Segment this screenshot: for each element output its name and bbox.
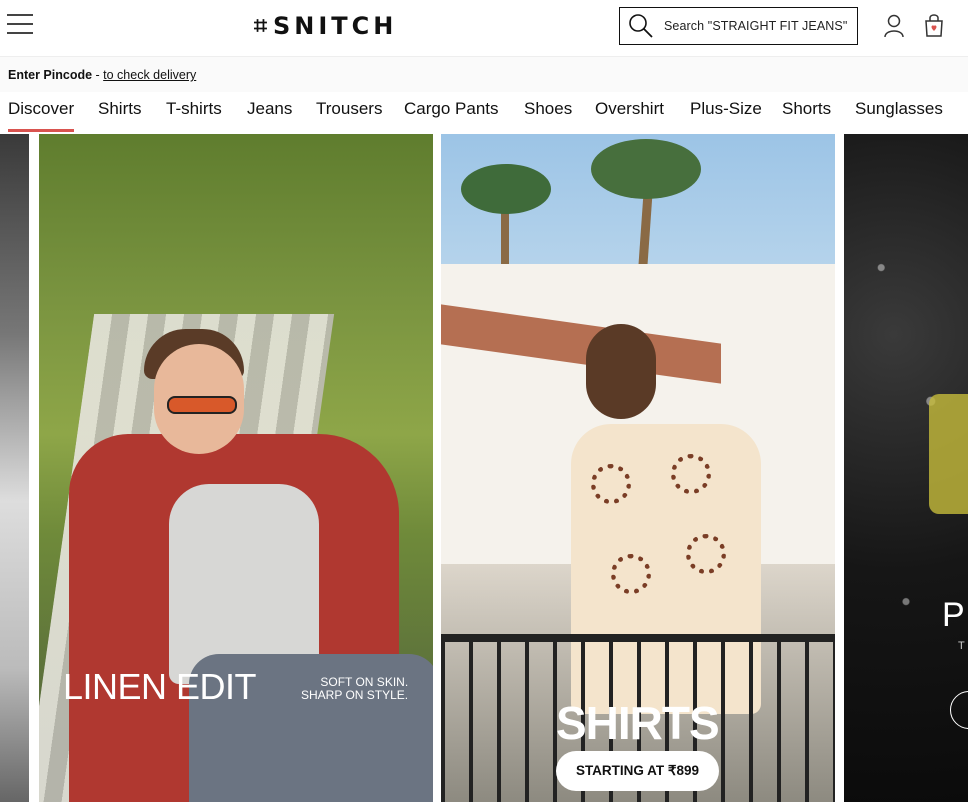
shirts-starting-at-button[interactable]: STARTING AT ₹899 — [556, 751, 719, 791]
logo-mark: ⌗ — [254, 13, 267, 39]
menu-icon[interactable] — [7, 14, 33, 38]
site-header: ⌗ SNITCH Search "STRAIGHT FIT JEANS" — [0, 0, 968, 56]
pincode-bar: Enter Pincode - to check delivery — [0, 56, 968, 92]
railing-image — [441, 634, 835, 642]
category-tab-plus-size[interactable]: Plus-Size — [690, 99, 762, 119]
palm-leaves-image — [591, 139, 701, 199]
linen-edit-subtitle: SOFT ON SKIN. SHARP ON STYLE. — [301, 676, 408, 702]
banner-card-linen-edit[interactable]: LINEN EDIT SOFT ON SKIN. SHARP ON STYLE. — [39, 134, 433, 802]
next-banner-subtitle: T — [958, 640, 965, 652]
linen-edit-title: LINEN EDIT — [63, 666, 257, 707]
banner-card-previous[interactable] — [0, 134, 29, 802]
category-tab-jeans[interactable]: Jeans — [247, 99, 292, 119]
shirt-motif-image — [611, 554, 651, 594]
pincode-separator: - — [92, 68, 104, 82]
banner-carousel: LINEN EDIT SOFT ON SKIN. SHARP ON STYLE.… — [0, 132, 968, 802]
sunglasses-image — [167, 396, 237, 414]
category-tab-cargo-pants[interactable]: Cargo Pants — [404, 99, 499, 119]
search-placeholder: Search "STRAIGHT FIT JEANS" — [664, 19, 848, 33]
shirt-motif-image — [671, 454, 711, 494]
category-tab-shorts[interactable]: Shorts — [782, 99, 831, 119]
next-banner-title: P — [942, 596, 965, 634]
shopping-bag-icon[interactable] — [923, 13, 945, 38]
category-tab-shoes[interactable]: Shoes — [524, 99, 572, 119]
category-tab-overshirt[interactable]: Overshirt — [595, 99, 664, 119]
user-icon[interactable] — [883, 14, 905, 38]
linen-subtitle-line2: SHARP ON STYLE. — [301, 688, 409, 702]
banner-card-shirts[interactable]: SHIRTS STARTING AT ₹899 — [441, 134, 835, 802]
check-delivery-link[interactable]: to check delivery — [103, 68, 196, 82]
category-tab-trousers[interactable]: Trousers — [316, 99, 382, 119]
category-nav: Discover Shirts T-shirts Jeans Trousers … — [0, 92, 968, 132]
perfume-bottle-image — [929, 394, 968, 514]
search-icon — [629, 14, 653, 38]
category-tab-tshirts[interactable]: T-shirts — [166, 99, 222, 119]
category-tab-shirts[interactable]: Shirts — [98, 99, 141, 119]
palm-leaves-image — [461, 164, 551, 214]
category-tab-sunglasses[interactable]: Sunglasses — [855, 99, 943, 119]
logo-text: SNITCH — [272, 12, 398, 40]
shirt-motif-image — [686, 534, 726, 574]
shirt-motif-image — [591, 464, 631, 504]
site-logo[interactable]: ⌗ SNITCH — [254, 11, 397, 41]
shirts-title: SHIRTS — [556, 697, 720, 749]
search-input[interactable]: Search "STRAIGHT FIT JEANS" — [619, 7, 858, 45]
model-head-image — [586, 324, 656, 419]
banner-card-next[interactable]: P T — [844, 134, 968, 802]
pincode-label: Enter Pincode — [8, 68, 93, 82]
category-tab-discover[interactable]: Discover — [8, 99, 75, 132]
